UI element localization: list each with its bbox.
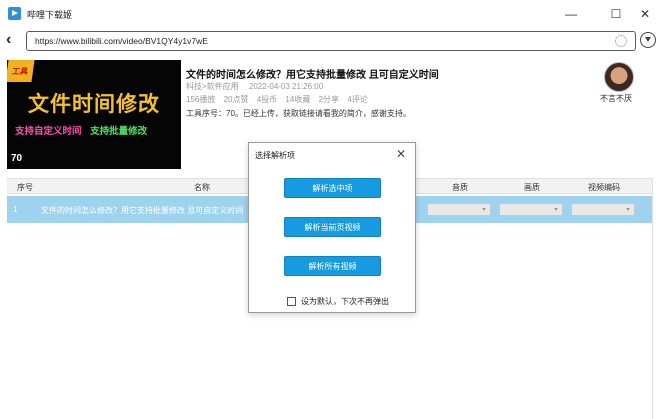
video-stats: 156播放 20点赞 4投币 14收藏 2分享 4评论 [186,94,374,105]
address-row: ‹ https://www.bilibili.com/video/BV1QY4y… [0,28,660,54]
thumbnail-number: 70 [11,153,23,164]
row-index: 1 [13,205,18,214]
thumbnail-badge: 工具 [7,60,35,82]
uploader-name: 不言不厌 [600,94,632,103]
close-window-button[interactable]: ✕ [631,4,659,24]
app-window: 哔哩下载姬 — ☐ ✕ ‹ https://www.bilibili.com/v… [0,0,660,419]
video-thumbnail: 工具 文件时间修改 支持自定义时间 支持批量修改 70 [7,60,181,169]
loading-spinner-icon [615,35,627,47]
thumbnail-subtitle-b: 支持批量修改 [90,126,148,137]
dialog-close-icon[interactable]: ✕ [396,147,406,161]
stat-views: 156播放 [186,95,216,104]
video-codec-select[interactable] [571,203,635,216]
app-logo-icon [8,7,21,20]
video-description: 工具序号：70。已经上传，获取链接请看我的简介，感谢支持。 [186,109,411,118]
set-default-checkbox[interactable]: 设为默认，下次不再弹出 [287,296,389,307]
header-name: 名称 [194,183,210,192]
thumbnail-subtitle: 支持自定义时间 支持批量修改 [15,123,175,137]
download-manager-icon[interactable] [640,32,656,48]
parse-selected-button[interactable]: 解析选中项 [284,178,381,198]
table-right-border [652,178,653,419]
checkbox-box[interactable] [287,297,296,306]
uploader-avatar[interactable] [604,62,634,92]
header-quality: 画质 [524,183,540,192]
minimize-button[interactable]: — [557,4,585,24]
stat-likes: 20点赞 [223,95,249,104]
video-meta: 科技>软件应用 2022-04-03 21:26:00 [186,81,331,92]
parse-all-button[interactable]: 解析所有视频 [284,256,381,276]
checkbox-label: 设为默认，下次不再弹出 [301,297,389,306]
stat-comments: 4评论 [347,95,368,104]
video-title: 文件的时间怎么修改？用它支持批量修改 且可自定义时间 [186,70,439,81]
app-title: 哔哩下载姬 [27,10,73,20]
url-input[interactable]: https://www.bilibili.com/video/BV1QY4y1v… [26,31,636,51]
audio-quality-select[interactable] [427,203,491,216]
parse-current-page-button[interactable]: 解析当前页视频 [284,217,381,237]
dialog-title: 选择解析项 [255,151,295,160]
row-name: 文件的时间怎么修改？用它支持批量修改 且可自定义时间 [41,206,244,215]
header-codec: 视频编码 [588,183,620,192]
thumbnail-title: 文件时间修改 [28,93,160,116]
title-bar: 哔哩下载姬 — ☐ ✕ [0,0,660,28]
stat-shares: 2分享 [318,95,340,104]
thumbnail-subtitle-a: 支持自定义时间 [15,126,82,137]
video-quality-select[interactable] [499,203,563,216]
maximize-button[interactable]: ☐ [602,4,630,24]
video-date: 2022-04-03 21:26:00 [248,82,324,91]
header-audio: 音质 [452,183,468,192]
stat-favorites: 14收藏 [285,95,311,104]
parse-options-dialog: 选择解析项 ✕ 解析选中项 解析当前页视频 解析所有视频 设为默认，下次不再弹出 [248,142,416,313]
back-button[interactable]: ‹ [6,31,22,51]
stat-coins: 4投币 [256,95,278,104]
url-text: https://www.bilibili.com/video/BV1QY4y1v… [35,36,208,46]
video-category: 科技>软件应用 [186,82,239,91]
header-index: 序号 [17,183,33,192]
